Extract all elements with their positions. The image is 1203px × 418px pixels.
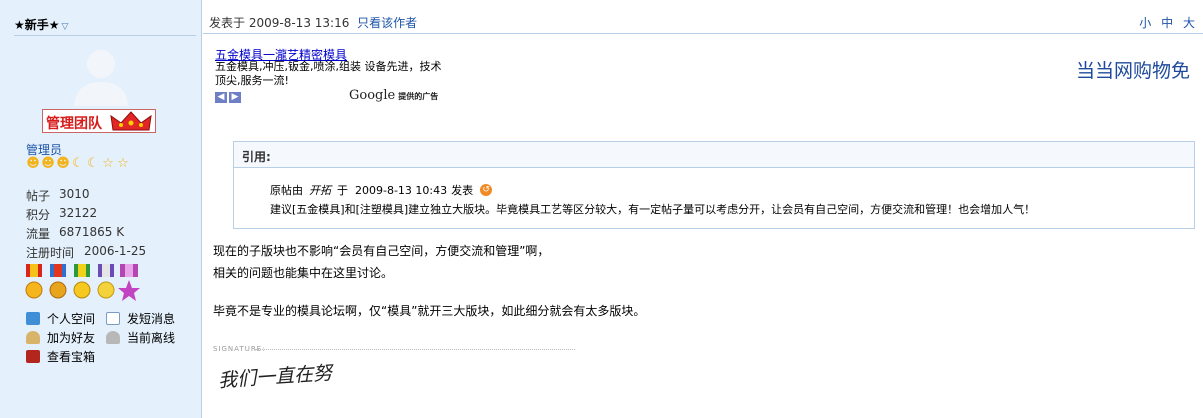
username[interactable]: ★新手★ [14, 18, 60, 32]
goto-post-icon[interactable]: ↺ [480, 184, 493, 196]
post-header: 发表于 2009-8-13 13:16 只看该作者 小 中 大 [203, 8, 1203, 34]
status-label: 当前离线 [127, 331, 176, 345]
signature-divider [255, 349, 575, 350]
stat-value: 6871865 K [59, 225, 125, 239]
action-space[interactable]: 个人空间 [26, 310, 95, 327]
quote-author[interactable]: 开拓 [309, 182, 331, 198]
user-header: ★新手★ ▽ [14, 16, 196, 36]
star-icon: ☆ [102, 156, 114, 171]
arrow-right-icon[interactable]: ▶ [229, 92, 241, 103]
google-ad: 五金模具一瀧艺精密模具 五金模具,冲压,钣金,喷涂,组装 设备先进，技术顶尖,服… [211, 44, 449, 106]
action-message[interactable]: 发短消息 [106, 310, 175, 327]
stat-traffic: 流量 6871865 K [26, 225, 124, 242]
quote-label: 引用: [242, 150, 271, 164]
ad-body: 五金模具,冲压,钣金,喷涂,组装 设备先进，技术顶尖,服务一流! [215, 60, 442, 87]
chevron-down-icon[interactable]: ▽ [62, 22, 69, 32]
author-only-link[interactable]: 只看该作者 [357, 16, 417, 30]
medal-icon [49, 264, 67, 299]
action-label[interactable]: 加为好友 [47, 329, 95, 346]
sun-icon: ☻ [56, 156, 70, 171]
posted-time: 2009-8-13 13:16 [248, 16, 350, 30]
team-badge: 管理团队 [42, 109, 156, 133]
offline-user-icon [106, 331, 120, 344]
action-label[interactable]: 个人空间 [47, 310, 95, 327]
home-icon [26, 312, 40, 325]
stat-posts: 帖子 3010 [26, 187, 90, 204]
rank-icons: ☻ ☻ ☻ ☾ ☾ ☆ ☆ [26, 157, 130, 175]
moon-icon: ☾ [87, 156, 99, 171]
action-label[interactable]: 查看宝箱 [47, 348, 95, 365]
user-panel: ★新手★ ▽ 管理团队 管理员 ☻ ☻ ☻ ☾ ☾ ☆ ☆ 帖子 3010 积分 … [0, 0, 202, 418]
google-suffix: 提供的广告 [398, 92, 439, 101]
medal-icon [25, 264, 43, 299]
action-treasure[interactable]: 查看宝箱 [26, 348, 95, 365]
stat-points: 积分 32122 [26, 206, 97, 223]
quote-text: 建议[五金模具]和[注塑模具]建立独立大版块。毕竟模具工艺等区分较大，有一定帖子… [270, 203, 1036, 216]
medal-icon [118, 264, 140, 301]
status-offline: 当前离线 [106, 329, 175, 346]
quote-block: 引用: 原帖由 开拓 于 2009-8-13 10:43 发表 ↺ 建议[五金模… [233, 141, 1195, 229]
sun-icon: ☻ [41, 156, 55, 171]
quote-prefix: 原帖由 [270, 184, 303, 197]
post-meta: 发表于 2009-8-13 13:16 只看该作者 [209, 14, 417, 31]
ad-nav: ◀ ▶ [215, 92, 241, 103]
treasure-chest-icon [26, 350, 40, 363]
quote-time: 2009-8-13 10:43 [355, 183, 448, 197]
moon-icon: ☾ [72, 156, 84, 171]
font-large-link[interactable]: 大 [1183, 16, 1195, 30]
action-add-friend[interactable]: 加为好友 [26, 329, 95, 346]
quote-header: 引用: [234, 142, 1194, 168]
medal-icon [97, 264, 115, 299]
stat-label: 帖子 [26, 189, 51, 203]
stat-label: 积分 [26, 208, 51, 222]
font-small-link[interactable]: 小 [1139, 16, 1151, 30]
dangdang-banner[interactable]: 当当网购物免 [1076, 56, 1190, 83]
font-size-switcher: 小 中 大 [1139, 14, 1195, 31]
quote-meta: 原帖由 开拓 于 2009-8-13 10:43 发表 ↺ [270, 182, 493, 198]
add-friend-icon [26, 331, 40, 344]
stat-label: 注册时间 [26, 246, 75, 260]
post-body-line: 毕竟不是专业的模具论坛啊，仅“模具”就开三大版块，如此细分就会有太多版块。 [213, 304, 646, 318]
stat-value: 32122 [59, 206, 98, 220]
post-body-line: 相关的问题也能集中在这里讨论。 [213, 266, 394, 280]
envelope-icon [106, 312, 120, 325]
stat-label: 流量 [26, 227, 51, 241]
signature-image: 我们一直在努 [217, 362, 333, 392]
google-attribution[interactable]: Google 提供的广告 [349, 88, 438, 103]
crown-icon [110, 111, 152, 131]
stat-value: 3010 [59, 187, 90, 201]
medal-icon [73, 264, 91, 299]
arrow-left-icon[interactable]: ◀ [215, 92, 227, 103]
font-medium-link[interactable]: 中 [1161, 16, 1173, 30]
stat-value: 2006-1-25 [84, 244, 147, 258]
posted-label: 发表于 [209, 16, 246, 30]
medals [25, 264, 140, 301]
stat-registered: 注册时间 2006-1-25 [26, 244, 146, 261]
post-body-line: 现在的子版块也不影响“会员有自己空间，方便交流和管理”啊， [213, 244, 550, 258]
avatar-placeholder-icon[interactable] [70, 44, 132, 106]
google-logo: Google [349, 88, 396, 103]
sun-icon: ☻ [26, 156, 40, 171]
quote-suffix: 发表 [451, 184, 474, 197]
star-icon: ☆ [117, 156, 129, 171]
quote-mid: 于 [337, 184, 348, 197]
team-badge-label: 管理团队 [46, 116, 102, 132]
action-label[interactable]: 发短消息 [127, 310, 175, 327]
